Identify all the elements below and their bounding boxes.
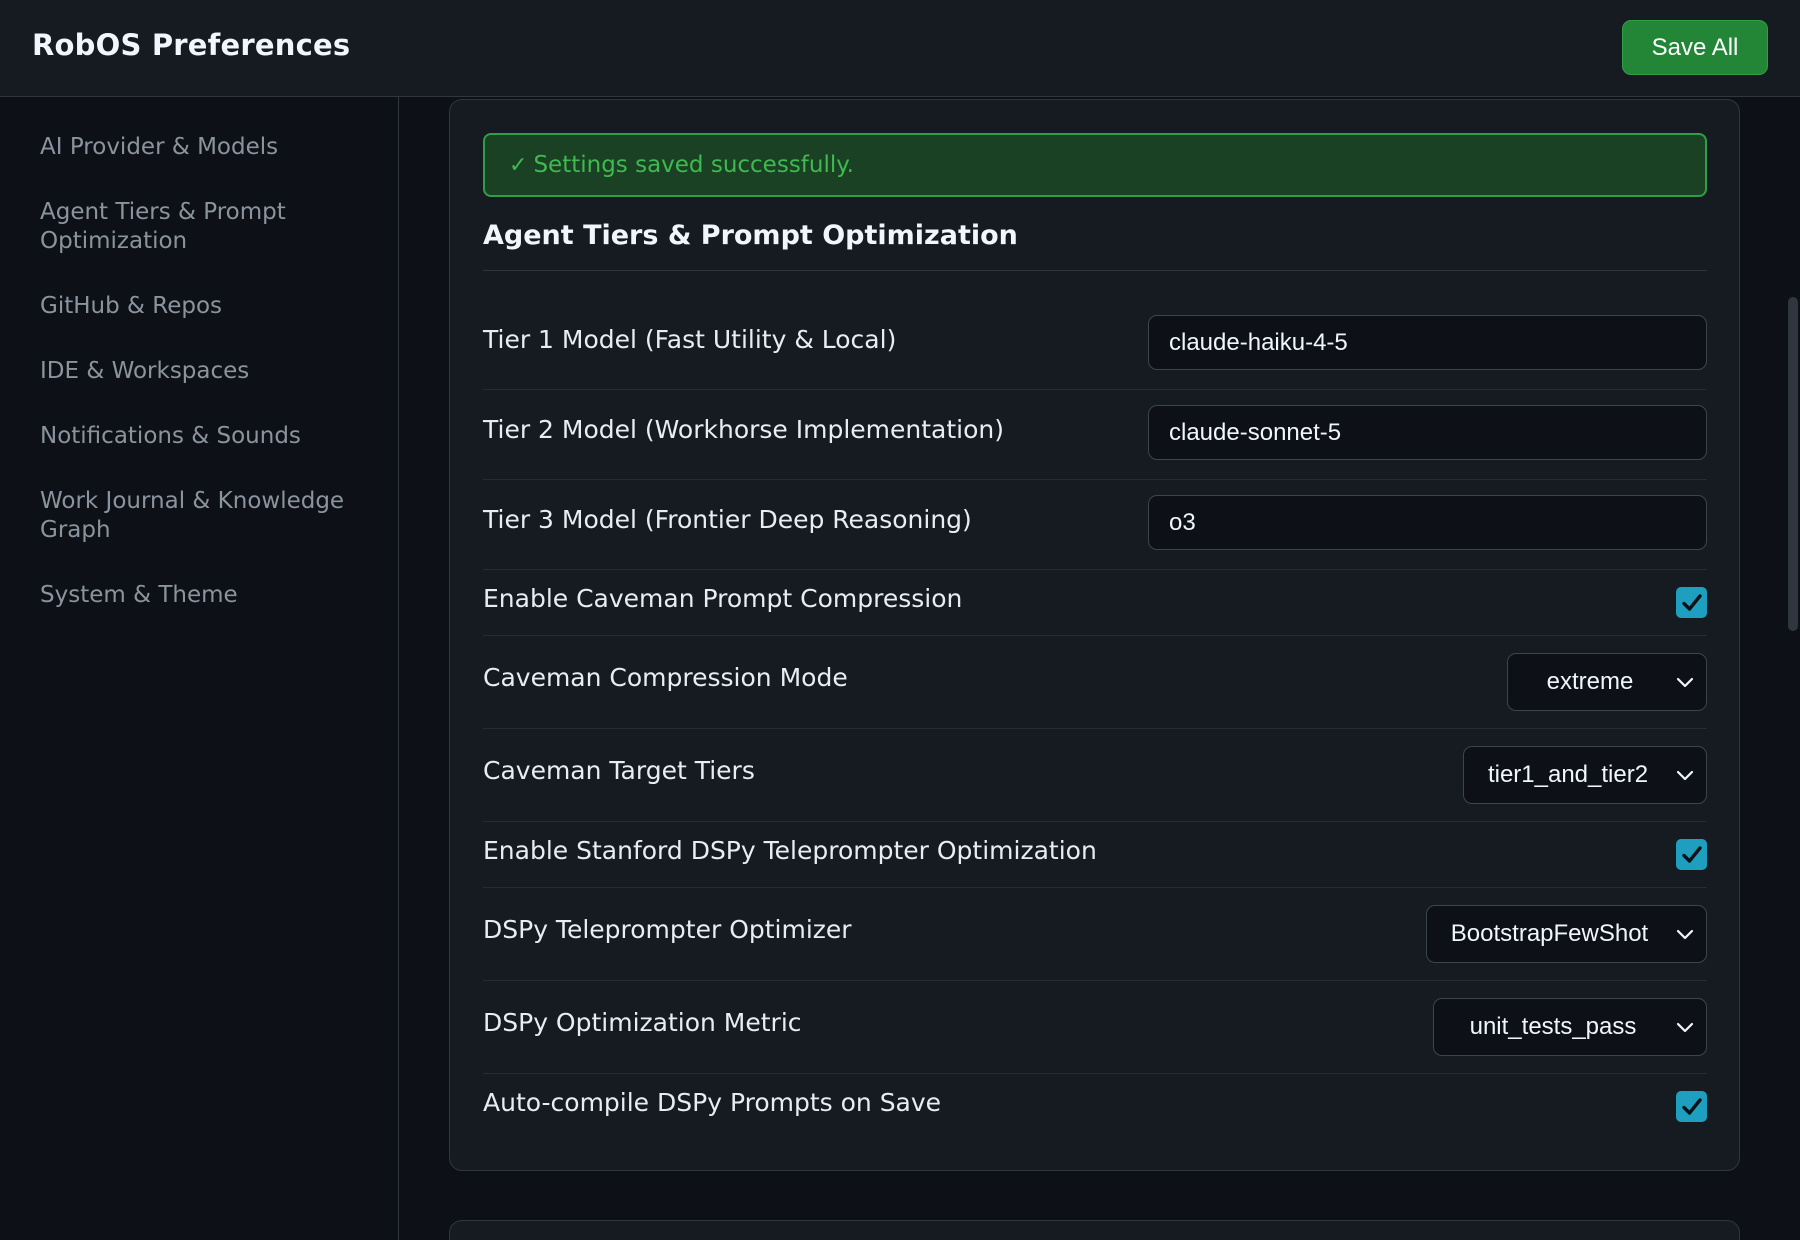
divider	[483, 821, 1707, 822]
divider	[483, 887, 1707, 888]
checkmark-icon	[1681, 1097, 1702, 1115]
sidebar: AI Provider & Models Agent Tiers & Promp…	[0, 97, 399, 1240]
success-message: Settings saved successfully.	[533, 152, 854, 178]
tier2-model-input[interactable]	[1148, 405, 1707, 460]
dspy-metric-label: DSPy Optimization Metric	[483, 1008, 802, 1037]
dspy-optimizer-label: DSPy Teleprompter Optimizer	[483, 915, 852, 944]
app-title: RobOS Preferences	[32, 28, 351, 62]
tier3-model-label: Tier 3 Model (Frontier Deep Reasoning)	[483, 505, 972, 534]
caveman-mode-label: Caveman Compression Mode	[483, 663, 848, 692]
settings-card: ✓ Settings saved successfully. Agent Tie…	[449, 99, 1740, 1171]
tier1-model-input[interactable]	[1148, 315, 1707, 370]
tier3-model-input[interactable]	[1148, 495, 1707, 550]
chevron-down-icon	[1664, 769, 1706, 781]
caveman-enable-label: Enable Caveman Prompt Compression	[483, 584, 963, 613]
sidebar-item-work-journal[interactable]: Work Journal & Knowledge Graph	[40, 487, 360, 545]
dspy-autocompile-label: Auto-compile DSPy Prompts on Save	[483, 1088, 942, 1117]
tier1-model-label: Tier 1 Model (Fast Utility & Local)	[483, 325, 897, 354]
dspy-enable-label: Enable Stanford DSPy Teleprompter Optimi…	[483, 836, 1097, 865]
divider	[483, 1073, 1707, 1074]
divider	[483, 728, 1707, 729]
scrollbar-thumb[interactable]	[1788, 297, 1798, 631]
scrollbar-track[interactable]	[1785, 97, 1800, 1240]
checkmark-icon: ✓	[509, 152, 528, 178]
caveman-enable-checkbox[interactable]	[1676, 587, 1707, 618]
save-all-button[interactable]: Save All	[1622, 20, 1768, 75]
divider	[483, 635, 1707, 636]
sidebar-item-notifications[interactable]: Notifications & Sounds	[40, 422, 360, 451]
dspy-optimizer-select[interactable]: BootstrapFewShot	[1426, 905, 1707, 963]
caveman-tiers-select[interactable]: tier1_and_tier2	[1463, 746, 1707, 804]
caveman-mode-value: extreme	[1546, 668, 1634, 695]
divider	[483, 389, 1707, 390]
sidebar-item-system-theme[interactable]: System & Theme	[40, 581, 360, 610]
caveman-tiers-label: Caveman Target Tiers	[483, 756, 755, 785]
chevron-down-icon	[1664, 928, 1706, 940]
sidebar-item-ide[interactable]: IDE & Workspaces	[40, 357, 360, 386]
dspy-metric-value: unit_tests_pass	[1469, 1013, 1637, 1040]
divider	[483, 980, 1707, 981]
sidebar-item-agent-tiers[interactable]: Agent Tiers & Prompt Optimization	[40, 198, 360, 256]
next-settings-card	[449, 1220, 1740, 1240]
section-title: Agent Tiers & Prompt Optimization	[483, 220, 1018, 251]
dspy-metric-select[interactable]: unit_tests_pass	[1433, 998, 1707, 1056]
divider	[483, 479, 1707, 480]
checkmark-icon	[1681, 845, 1702, 863]
tier2-model-label: Tier 2 Model (Workhorse Implementation)	[483, 415, 1005, 444]
dspy-optimizer-value: BootstrapFewShot	[1450, 920, 1649, 947]
sidebar-item-ai-provider[interactable]: AI Provider & Models	[40, 133, 360, 162]
success-banner: ✓ Settings saved successfully.	[483, 133, 1707, 197]
checkmark-icon	[1681, 593, 1702, 611]
chevron-down-icon	[1664, 676, 1706, 688]
top-bar: RobOS Preferences Save All	[0, 0, 1800, 97]
dspy-enable-checkbox[interactable]	[1676, 839, 1707, 870]
divider	[483, 569, 1707, 570]
divider	[483, 270, 1707, 271]
dspy-autocompile-checkbox[interactable]	[1676, 1091, 1707, 1122]
chevron-down-icon	[1664, 1021, 1706, 1033]
sidebar-item-github[interactable]: GitHub & Repos	[40, 292, 360, 321]
caveman-mode-select[interactable]: extreme	[1507, 653, 1707, 711]
caveman-tiers-value: tier1_and_tier2	[1487, 761, 1649, 788]
main-content: ✓ Settings saved successfully. Agent Tie…	[399, 97, 1800, 1240]
